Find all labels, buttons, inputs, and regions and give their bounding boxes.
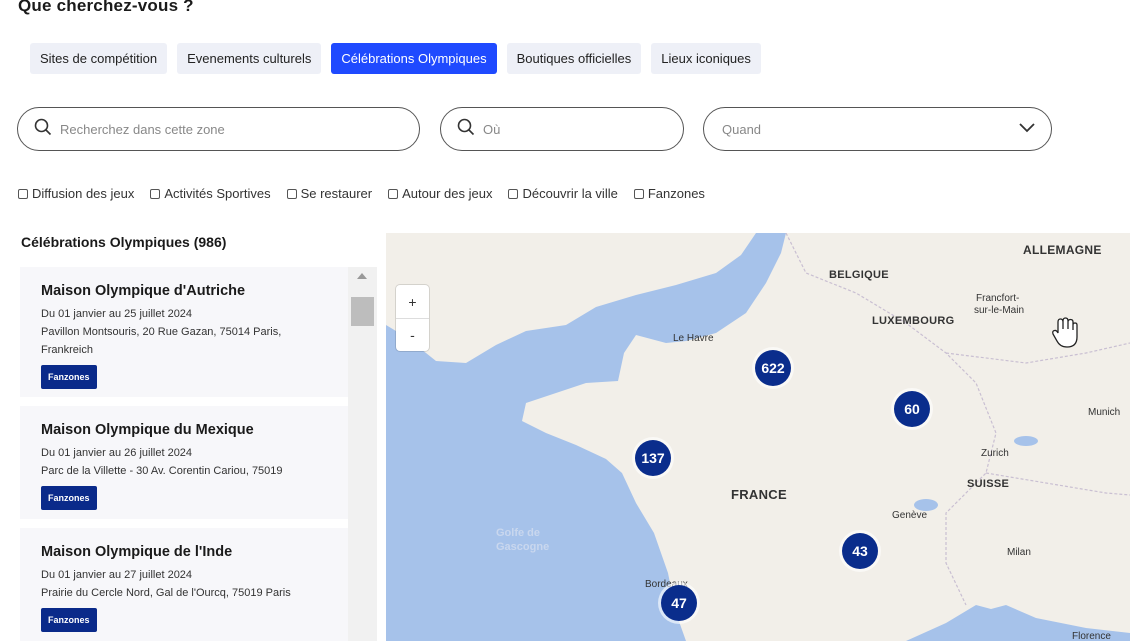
when-placeholder: Quand bbox=[722, 121, 762, 137]
filter-fanzones[interactable]: Fanzones bbox=[633, 186, 705, 201]
label-suisse: SUISSE bbox=[967, 478, 1010, 490]
list-item[interactable]: Maison Olympique d'Autriche Du 01 janvie… bbox=[20, 267, 348, 397]
label-frankfurt: Francfort- bbox=[976, 293, 1020, 304]
item-address-country: Frankreich bbox=[41, 344, 93, 356]
scroll-thumb[interactable] bbox=[351, 297, 374, 326]
label-golfe-2: Gascogne bbox=[496, 541, 550, 553]
label-zurich: Zurich bbox=[981, 448, 1009, 459]
category-tabs: Sites de compétition Evenements culturel… bbox=[30, 43, 761, 74]
tab-boutiques-officielles[interactable]: Boutiques officielles bbox=[506, 43, 642, 74]
list-item[interactable]: Maison Olympique de l'Inde Du 01 janvier… bbox=[20, 528, 348, 641]
fanzones-badge: Fanzones bbox=[41, 365, 97, 389]
tab-celebrations-olympiques[interactable]: Célébrations Olympiques bbox=[331, 43, 497, 74]
map-cluster-marker[interactable]: 47 bbox=[661, 585, 697, 621]
item-dates: Du 01 janvier au 25 juillet 2024 bbox=[41, 308, 193, 320]
map[interactable]: ALLEMAGNE BELGIQUE LUXEMBOURG Francfort-… bbox=[386, 233, 1130, 641]
checkbox[interactable] bbox=[388, 188, 399, 199]
label-munich: Munich bbox=[1088, 407, 1121, 418]
filter-autour[interactable]: Autour des jeux bbox=[388, 186, 492, 201]
checkbox[interactable] bbox=[286, 188, 297, 199]
item-dates: Du 01 janvier au 27 juillet 2024 bbox=[41, 569, 193, 581]
checkbox[interactable] bbox=[508, 188, 519, 199]
item-address: Parc de la Villette - 30 Av. Corentin Ca… bbox=[41, 465, 283, 477]
zone-search-placeholder: Recherchez dans cette zone bbox=[60, 121, 225, 137]
label-le-havre: Le Havre bbox=[673, 333, 714, 344]
search-icon bbox=[34, 118, 52, 141]
checkbox[interactable] bbox=[18, 188, 28, 199]
fanzones-badge: Fanzones bbox=[41, 608, 97, 632]
item-title: Maison Olympique d'Autriche bbox=[41, 283, 246, 299]
page-title: Que cherchez-vous ? bbox=[18, 0, 194, 15]
lake-constance bbox=[1014, 436, 1038, 446]
label-luxembourg: LUXEMBOURG bbox=[872, 315, 955, 327]
chevron-down-icon bbox=[1019, 120, 1035, 138]
filter-restaurer[interactable]: Se restaurer bbox=[286, 186, 372, 201]
zoom-control: + - bbox=[396, 285, 429, 351]
tab-lieux-iconiques[interactable]: Lieux iconiques bbox=[651, 43, 761, 74]
label-allemagne: ALLEMAGNE bbox=[1023, 243, 1102, 257]
filter-decouvrir[interactable]: Découvrir la ville bbox=[508, 186, 618, 201]
item-address: Prairie du Cercle Nord, Gal de l'Ourcq, … bbox=[41, 587, 291, 599]
map-cluster-marker[interactable]: 137 bbox=[635, 440, 671, 476]
page: Que cherchez-vous ? Sites de compétition… bbox=[0, 0, 1140, 641]
filter-checkboxes: Diffusion des jeux Activités Sportives S… bbox=[18, 186, 705, 201]
where-input[interactable]: Où bbox=[440, 107, 684, 151]
when-select[interactable]: Quand bbox=[703, 107, 1052, 151]
item-dates: Du 01 janvier au 26 juillet 2024 bbox=[41, 447, 193, 459]
item-title: Maison Olympique du Mexique bbox=[41, 422, 254, 438]
results-count-title: Célébrations Olympiques (986) bbox=[21, 234, 227, 250]
map-cluster-marker[interactable]: 43 bbox=[842, 533, 878, 569]
fanzones-badge: Fanzones bbox=[41, 486, 97, 510]
item-address: Pavillon Montsouris, 20 Rue Gazan, 75014… bbox=[41, 326, 282, 338]
label-frankfurt-2: sur-le-Main bbox=[974, 305, 1025, 316]
filter-activites[interactable]: Activités Sportives bbox=[150, 186, 271, 201]
scroll-up-arrow-icon[interactable] bbox=[357, 273, 367, 279]
tab-sites-competition[interactable]: Sites de compétition bbox=[30, 43, 168, 74]
list-scrollbar[interactable] bbox=[348, 267, 377, 641]
label-geneve: Genève bbox=[892, 510, 928, 521]
label-france: FRANCE bbox=[731, 487, 787, 502]
zoom-in-button[interactable]: + bbox=[396, 285, 429, 318]
filter-diffusion[interactable]: Diffusion des jeux bbox=[18, 186, 134, 201]
checkbox[interactable] bbox=[150, 188, 161, 199]
tab-evenements-culturels[interactable]: Evenements culturels bbox=[177, 43, 322, 74]
list-item[interactable]: Maison Olympique du Mexique Du 01 janvie… bbox=[20, 406, 348, 519]
search-icon bbox=[457, 118, 475, 141]
label-milan: Milan bbox=[1007, 547, 1031, 558]
label-florence: Florence bbox=[1072, 631, 1111, 641]
map-cluster-marker[interactable]: 622 bbox=[755, 350, 791, 386]
label-belgique: BELGIQUE bbox=[829, 269, 889, 281]
checkbox[interactable] bbox=[633, 188, 644, 199]
zoom-out-button[interactable]: - bbox=[396, 318, 429, 351]
item-title: Maison Olympique de l'Inde bbox=[41, 544, 233, 560]
results-list: Maison Olympique d'Autriche Du 01 janvie… bbox=[20, 267, 378, 641]
map-cluster-marker[interactable]: 60 bbox=[894, 391, 930, 427]
label-golfe: Golfe de bbox=[496, 527, 541, 539]
where-placeholder: Où bbox=[483, 121, 501, 137]
zone-search-input[interactable]: Recherchez dans cette zone bbox=[17, 107, 420, 151]
